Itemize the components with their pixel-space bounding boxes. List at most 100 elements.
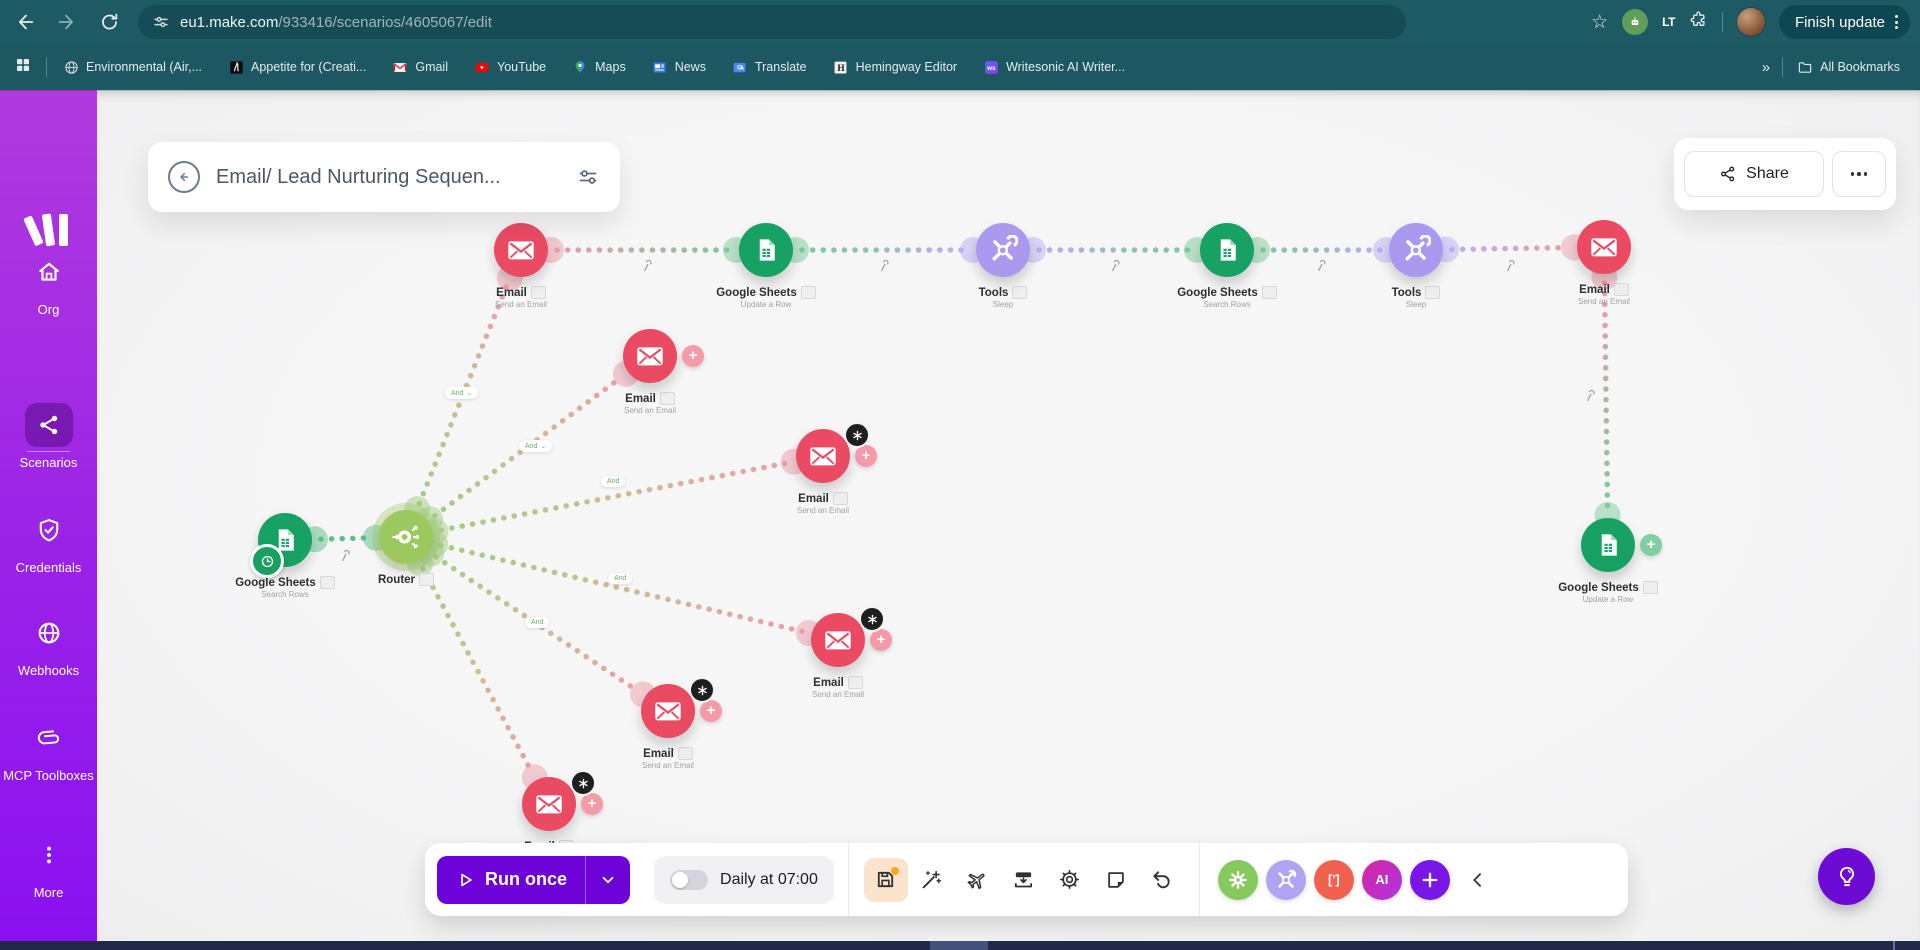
sidebar-item-scenarios[interactable]: Scenarios [0, 403, 97, 473]
email-module[interactable]: +EmailSend an Email [575, 329, 725, 415]
bookmark-item[interactable]: News [652, 59, 706, 75]
add-module-handle[interactable]: + [581, 793, 603, 815]
news-favicon [652, 59, 668, 75]
module-subtitle: Update a Row [1533, 595, 1683, 604]
site-controls-icon[interactable] [152, 13, 170, 31]
wand-button[interactable] [910, 858, 954, 902]
make-logo[interactable] [0, 208, 97, 254]
collapse-toolbar-button[interactable] [1468, 870, 1488, 890]
text-parser-button[interactable]: ['] [1314, 860, 1354, 900]
module-name: Google Sheets [1177, 287, 1258, 299]
flow-control-button[interactable] [1218, 860, 1258, 900]
back-arrow-icon [175, 168, 193, 186]
sidebar-item-webhooks[interactable]: Webhooks [0, 611, 97, 681]
extensions-puzzle-icon[interactable] [1689, 10, 1708, 34]
tools-module-icon [1389, 223, 1443, 277]
tools-module[interactable]: ToolsSleep [1341, 223, 1491, 309]
sidebar-item-credentials[interactable]: Credentials [0, 508, 97, 578]
bookmark-item[interactable]: Gmail [392, 59, 448, 75]
shield-check-icon [25, 508, 73, 552]
align-button[interactable] [1002, 858, 1046, 902]
branch-filter-pill[interactable]: And [608, 573, 632, 584]
tools-module[interactable]: ToolsSleep [928, 223, 1078, 309]
forward-button[interactable] [50, 5, 84, 39]
plane-button[interactable] [956, 858, 1000, 902]
email-module[interactable]: EmailSend an Email [446, 223, 596, 309]
all-bookmarks-label: All Bookmarks [1820, 60, 1900, 74]
reload-button[interactable] [92, 5, 126, 39]
add-module-button[interactable] [1410, 860, 1450, 900]
sidebar-item-more[interactable]: More [0, 833, 97, 903]
bookmark-item[interactable]: wsWritesonic AI Writer... [983, 59, 1125, 75]
paperclip-icon [25, 716, 73, 760]
address-bar[interactable]: eu1.make.com/933416/scenarios/4605067/ed… [138, 5, 1406, 39]
sheets-module-icon [739, 223, 793, 277]
profile-avatar[interactable] [1737, 8, 1765, 36]
email-module[interactable]: +EmailSend an Email [593, 684, 743, 770]
bookmark-item[interactable]: Environmental (Air,... [63, 59, 202, 75]
bookmark-star-icon[interactable]: ☆ [1591, 13, 1608, 32]
schedule-clock-badge[interactable] [250, 544, 284, 578]
sheets-module[interactable]: Google SheetsSearch Rows [1152, 223, 1302, 309]
email-module[interactable]: +EmailSend an Email [763, 613, 913, 699]
add-module-handle[interactable]: + [855, 445, 877, 467]
router-module[interactable]: Router [331, 510, 481, 586]
bookmarks-overflow-icon[interactable]: » [1762, 59, 1768, 76]
branch-filter-pill[interactable]: And [525, 617, 549, 628]
chrome-menu-icon[interactable] [1895, 15, 1898, 29]
sidebar-item-mcp-toolboxes[interactable]: MCP Toolboxes [0, 716, 97, 786]
branch-filter-pill[interactable]: And [601, 476, 625, 487]
svg-text:ws: ws [986, 65, 996, 72]
languagetool-extension-icon[interactable]: LT [1662, 15, 1675, 29]
bookmark-item[interactable]: GTranslate [732, 59, 807, 75]
chevron-down-icon: ⌄ [466, 389, 472, 397]
help-button[interactable] [1818, 848, 1875, 905]
module-subtitle: Search Rows [1152, 300, 1302, 309]
scenario-canvas[interactable]: And⌄ And⌄ And And And Google SheetsSearch Ro… [97, 90, 1920, 950]
undo-button[interactable] [1140, 858, 1184, 902]
tools-button[interactable] [1266, 860, 1306, 900]
connection-wrench-icon[interactable] [1503, 259, 1517, 278]
gear-button[interactable] [1048, 858, 1092, 902]
bookmark-item[interactable]: HHemingway Editor [833, 59, 957, 75]
branch-filter-pill[interactable]: And⌄ [519, 440, 552, 452]
sheets-module[interactable]: Google SheetsUpdate a Row [691, 223, 841, 309]
save-button[interactable] [864, 858, 908, 902]
back-to-scenarios-button[interactable] [168, 161, 200, 193]
apps-grid-icon[interactable] [14, 56, 32, 79]
note-button[interactable] [1094, 858, 1138, 902]
finish-update-button[interactable]: Finish update [1779, 5, 1910, 39]
scenario-title[interactable]: Email/ Lead Nurturing Sequen... [216, 166, 576, 189]
branch-filter-pill[interactable]: And⌄ [445, 387, 478, 399]
add-module-handle[interactable]: + [700, 700, 722, 722]
connection-wrench-icon[interactable] [640, 259, 654, 278]
connection-wrench-icon[interactable] [1108, 259, 1122, 278]
connection-wrench-icon[interactable] [1583, 389, 1597, 408]
email-module[interactable]: EmailSend an Email [1529, 220, 1679, 306]
text-parser-label: ['] [1328, 872, 1340, 887]
add-module-handle[interactable]: + [870, 629, 892, 651]
ai-button[interactable]: AI [1362, 860, 1402, 900]
connection-wrench-icon[interactable] [877, 259, 891, 278]
bookmark-item[interactable]: Appetite for (Creati... [228, 59, 366, 75]
bookmark-item[interactable]: YouTube [474, 59, 546, 75]
bookmark-item[interactable]: Maps [572, 59, 626, 75]
scenario-settings-icon[interactable] [576, 165, 600, 189]
add-module-handle[interactable]: + [682, 345, 704, 367]
sheets-module[interactable]: +Google SheetsUpdate a Row [1533, 518, 1683, 604]
extension-robot-icon[interactable] [1622, 9, 1648, 35]
all-bookmarks-button[interactable]: All Bookmarks [1797, 59, 1900, 75]
bookmark-label: Environmental (Air,... [86, 60, 202, 74]
schedule-toggle[interactable] [670, 870, 708, 890]
email-module[interactable]: +EmailSend an Email [748, 429, 898, 515]
add-module-handle[interactable]: + [1640, 534, 1662, 556]
share-button[interactable]: Share [1684, 151, 1824, 197]
divider [1199, 843, 1200, 916]
run-options-chevron[interactable] [586, 856, 630, 904]
back-button[interactable] [8, 5, 42, 39]
module-label: Router [331, 573, 481, 586]
connection-wrench-icon[interactable] [1314, 259, 1328, 278]
run-once-button[interactable]: Run once [437, 856, 630, 904]
scenario-more-options-button[interactable] [1832, 151, 1886, 197]
sidebar-item-org[interactable]: Org [0, 250, 97, 320]
